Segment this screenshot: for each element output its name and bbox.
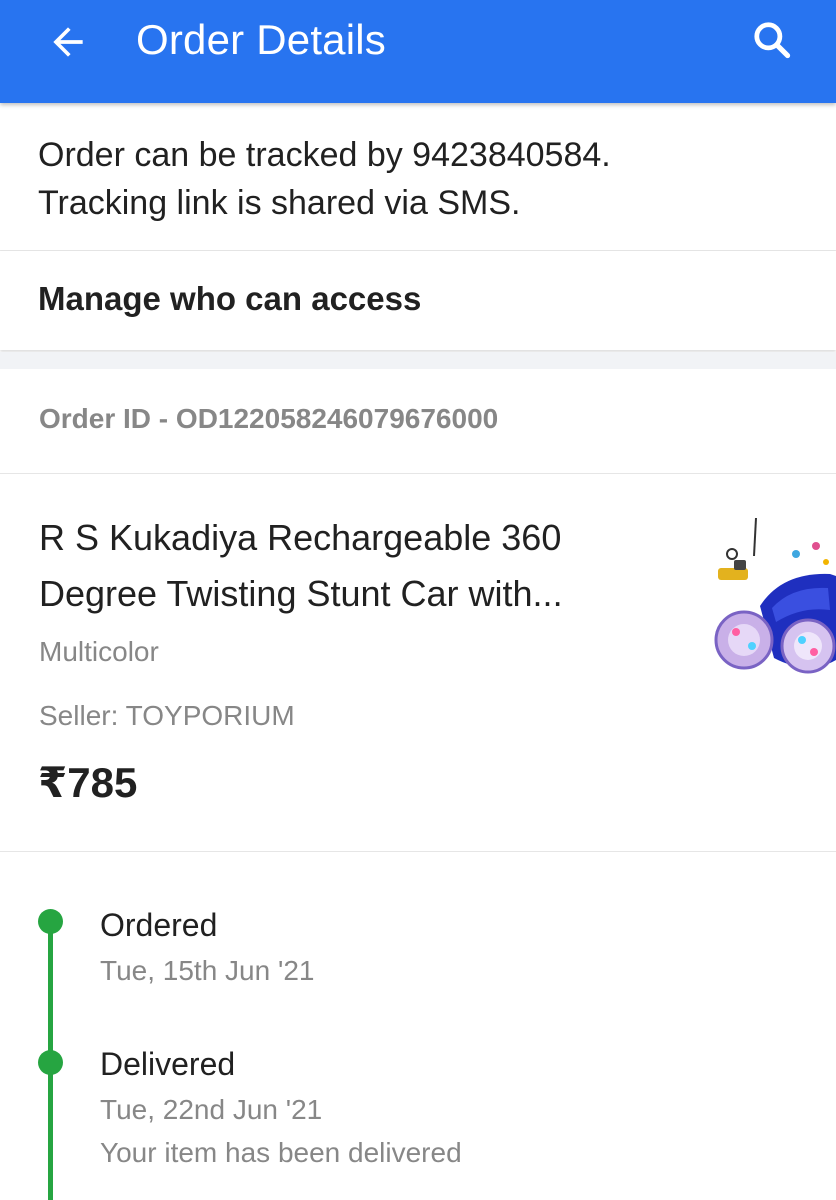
toy-car-image[interactable] [712, 510, 836, 674]
arrow-left-icon [53, 27, 83, 57]
manage-access-row[interactable]: Manage who can access [0, 251, 836, 350]
timeline-dot-ordered [38, 909, 63, 934]
search-button[interactable] [742, 12, 802, 68]
tracking-text: Order can be tracked by 9423840584. [38, 136, 611, 174]
tracking-info: Order can be tracked by 9423840584. Trac… [0, 103, 836, 251]
product-card[interactable]: R S Kukadiya Rechargeable 360 Degree Twi… [0, 474, 836, 852]
manage-access-label: Manage who can access [38, 280, 422, 317]
product-price: ₹785 [38, 759, 138, 806]
order-id-row: Order ID - OD122058246079676000 [0, 369, 836, 474]
page-title: Order Details [136, 16, 387, 63]
tracking-sms-text: Tracking link is shared via SMS. [38, 184, 521, 222]
timeline-date-delivered: Tue, 22nd Jun '21 [100, 1094, 323, 1125]
timeline-status-delivered: Delivered [100, 1046, 236, 1082]
product-seller: Seller: TOYPORIUM [39, 700, 295, 731]
product-title-line2: Degree Twisting Stunt Car with... [39, 573, 563, 614]
timeline-note-delivered: Your item has been delivered [100, 1137, 462, 1168]
timeline-dot-delivered [38, 1050, 63, 1075]
timeline-status-ordered: Ordered [100, 907, 218, 943]
order-timeline: Ordered Tue, 15th Jun '21 Delivered Tue,… [0, 852, 836, 1200]
app-bar: Order Details [0, 0, 836, 103]
order-id: Order ID - OD122058246079676000 [39, 403, 499, 434]
product-title-line1: R S Kukadiya Rechargeable 360 [39, 517, 562, 558]
timeline-date-ordered: Tue, 15th Jun '21 [100, 955, 315, 986]
search-icon [754, 22, 791, 59]
back-button[interactable] [40, 14, 96, 70]
section-divider [0, 352, 836, 369]
product-variant: Multicolor [39, 636, 159, 667]
